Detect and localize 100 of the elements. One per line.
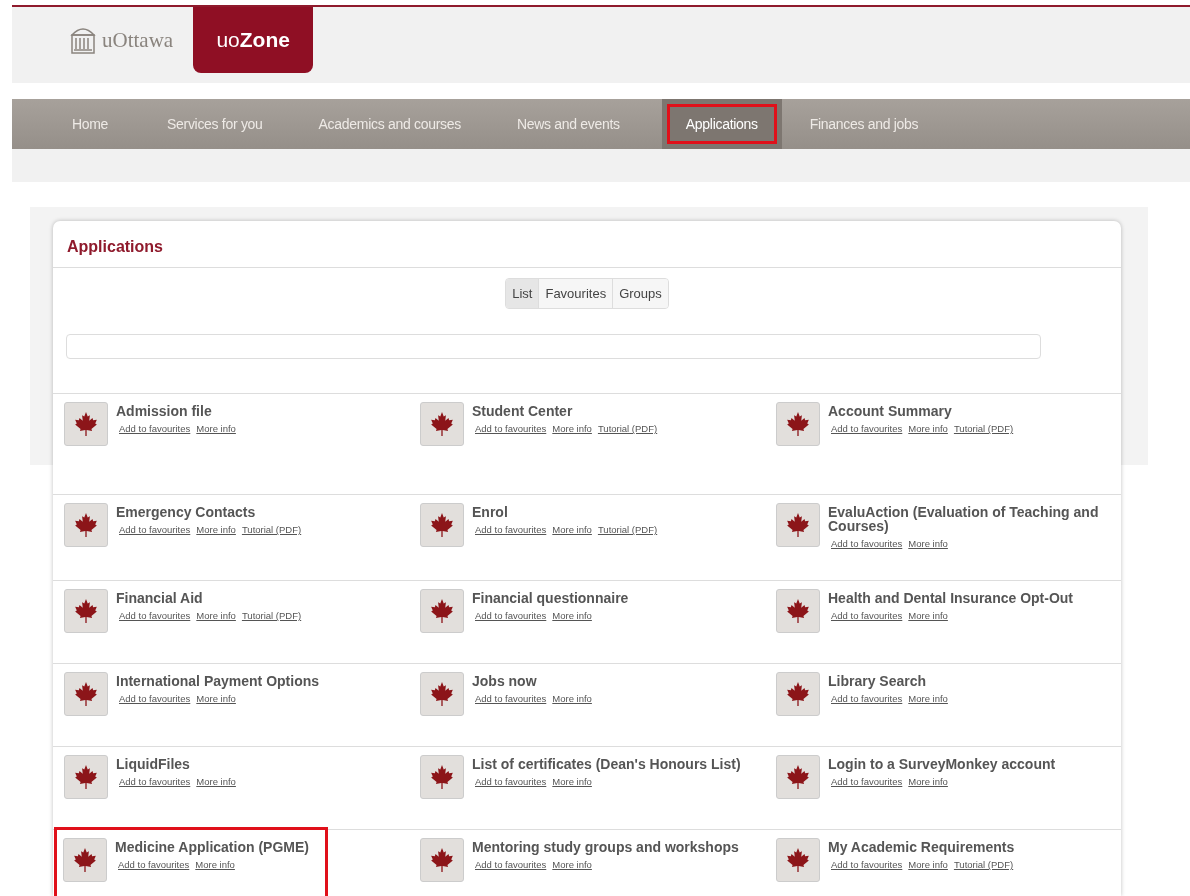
app-link[interactable]: Add to favourites — [119, 693, 191, 704]
nav-tab[interactable]: Applications — [661, 99, 782, 149]
app-link[interactable]: Tutorial (PDF) — [241, 610, 302, 621]
app-link[interactable]: More info — [552, 776, 592, 787]
app-link[interactable]: Add to favourites — [119, 524, 191, 535]
app-link[interactable]: Add to favourites — [831, 423, 903, 434]
app-link[interactable]: Add to favourites — [831, 538, 903, 549]
app-tile-icon[interactable] — [64, 755, 108, 799]
app-link[interactable]: Tutorial (PDF) — [953, 423, 1014, 434]
app-link[interactable]: More info — [196, 776, 236, 787]
app-name[interactable]: EvaluAction (Evaluation of Teaching and Courses) — [828, 505, 1121, 533]
app-name[interactable]: Health and Dental Insurance Opt-Out — [828, 591, 1074, 605]
app-link[interactable]: More info — [195, 859, 235, 870]
app-link[interactable]: More info — [552, 859, 592, 870]
app-tile-icon[interactable] — [420, 672, 464, 716]
app-name[interactable]: Student Center — [472, 404, 658, 418]
logo-text: uOttawa — [102, 27, 174, 53]
app-link[interactable]: Add to favourites — [475, 423, 547, 434]
maple-leaf-icon — [785, 847, 811, 873]
app-name[interactable]: Admission file — [116, 404, 236, 418]
app-tile-icon[interactable] — [64, 672, 108, 716]
building-icon — [70, 25, 96, 55]
app-link[interactable]: More info — [552, 610, 592, 621]
app-link[interactable]: More info — [908, 610, 948, 621]
app-tile-icon[interactable] — [776, 402, 820, 446]
maple-leaf-icon — [429, 598, 455, 624]
app-link[interactable]: More info — [908, 776, 948, 787]
app-link[interactable]: Add to favourites — [475, 524, 547, 535]
app-tile-icon[interactable] — [420, 503, 464, 547]
app-link[interactable]: More info — [196, 524, 236, 535]
app-link[interactable]: Add to favourites — [475, 859, 547, 870]
app-name[interactable]: Enrol — [472, 505, 658, 519]
app-link[interactable]: More info — [196, 423, 236, 434]
app-link[interactable]: Tutorial (PDF) — [241, 524, 302, 535]
app-link[interactable]: Add to favourites — [831, 610, 903, 621]
app-link[interactable]: More info — [196, 610, 236, 621]
maple-leaf-icon — [785, 681, 811, 707]
app-tile-icon[interactable] — [420, 402, 464, 446]
app-link[interactable]: Add to favourites — [118, 859, 190, 870]
app-link[interactable]: More info — [552, 693, 592, 704]
app-name[interactable]: Login to a SurveyMonkey account — [828, 757, 1056, 771]
app-link[interactable]: Add to favourites — [475, 776, 547, 787]
view-tab[interactable]: Groups — [612, 279, 668, 308]
view-tab[interactable]: List — [506, 279, 539, 308]
app-link[interactable]: More info — [908, 423, 948, 434]
app-name[interactable]: Emergency Contacts — [116, 505, 302, 519]
app-name[interactable]: LiquidFiles — [116, 757, 236, 771]
app-tile-icon[interactable] — [64, 589, 108, 633]
app-link[interactable]: Add to favourites — [119, 776, 191, 787]
app-tile-icon[interactable] — [64, 503, 108, 547]
app-link[interactable]: Tutorial (PDF) — [597, 524, 658, 535]
app-name[interactable]: Library Search — [828, 674, 948, 688]
app-link[interactable]: Add to favourites — [831, 776, 903, 787]
app-link[interactable]: Add to favourites — [119, 610, 191, 621]
app-tile-icon[interactable] — [420, 838, 464, 882]
maple-leaf-icon — [73, 598, 99, 624]
app-name[interactable]: My Academic Requirements — [828, 840, 1015, 854]
maple-leaf-icon — [72, 847, 98, 873]
maple-leaf-icon — [429, 512, 455, 538]
app-link[interactable]: More info — [552, 524, 592, 535]
maple-leaf-icon — [73, 681, 99, 707]
app-name[interactable]: Medicine Application (PGME) — [115, 840, 309, 854]
app-tile-icon[interactable] — [63, 838, 107, 882]
maple-leaf-icon — [73, 512, 99, 538]
app-tile-icon[interactable] — [776, 672, 820, 716]
app-link[interactable]: More info — [908, 538, 948, 549]
app-link[interactable]: Add to favourites — [475, 610, 547, 621]
app-link[interactable]: More info — [908, 859, 948, 870]
app-link[interactable]: Tutorial (PDF) — [953, 859, 1014, 870]
app-name[interactable]: Financial Aid — [116, 591, 302, 605]
app-name[interactable]: International Payment Options — [116, 674, 320, 688]
app-link[interactable]: Add to favourites — [119, 423, 191, 434]
app-tile-icon[interactable] — [64, 402, 108, 446]
app-name[interactable]: List of certificates (Dean's Honours List) — [472, 757, 741, 771]
app-link[interactable]: More info — [908, 693, 948, 704]
search-field[interactable] — [66, 334, 1041, 359]
app-tile-icon[interactable] — [776, 838, 820, 882]
app-tile-icon[interactable] — [776, 589, 820, 633]
maple-leaf-icon — [429, 764, 455, 790]
maple-leaf-icon — [785, 411, 811, 437]
brand-tab[interactable]: uoZone — [193, 7, 314, 73]
app-tile-icon[interactable] — [776, 755, 820, 799]
maple-leaf-icon — [429, 847, 455, 873]
app-tile-icon[interactable] — [420, 755, 464, 799]
app-name[interactable]: Jobs now — [472, 674, 592, 688]
app-link[interactable]: Add to favourites — [831, 693, 903, 704]
app-link[interactable]: More info — [196, 693, 236, 704]
app-link[interactable]: More info — [552, 423, 592, 434]
app-link[interactable]: Add to favourites — [831, 859, 903, 870]
maple-leaf-icon — [73, 764, 99, 790]
app-name[interactable]: Financial questionnaire — [472, 591, 629, 605]
app-link[interactable]: Tutorial (PDF) — [597, 423, 658, 434]
app-name[interactable]: Account Summary — [828, 404, 1014, 418]
app-tile-icon[interactable] — [776, 503, 820, 547]
maple-leaf-icon — [785, 598, 811, 624]
app-tile-icon[interactable] — [420, 589, 464, 633]
app-link[interactable]: Add to favourites — [475, 693, 547, 704]
panel-title: Applications — [53, 221, 1121, 268]
app-name[interactable]: Mentoring study groups and workshops — [472, 840, 739, 854]
maple-leaf-icon — [429, 681, 455, 707]
